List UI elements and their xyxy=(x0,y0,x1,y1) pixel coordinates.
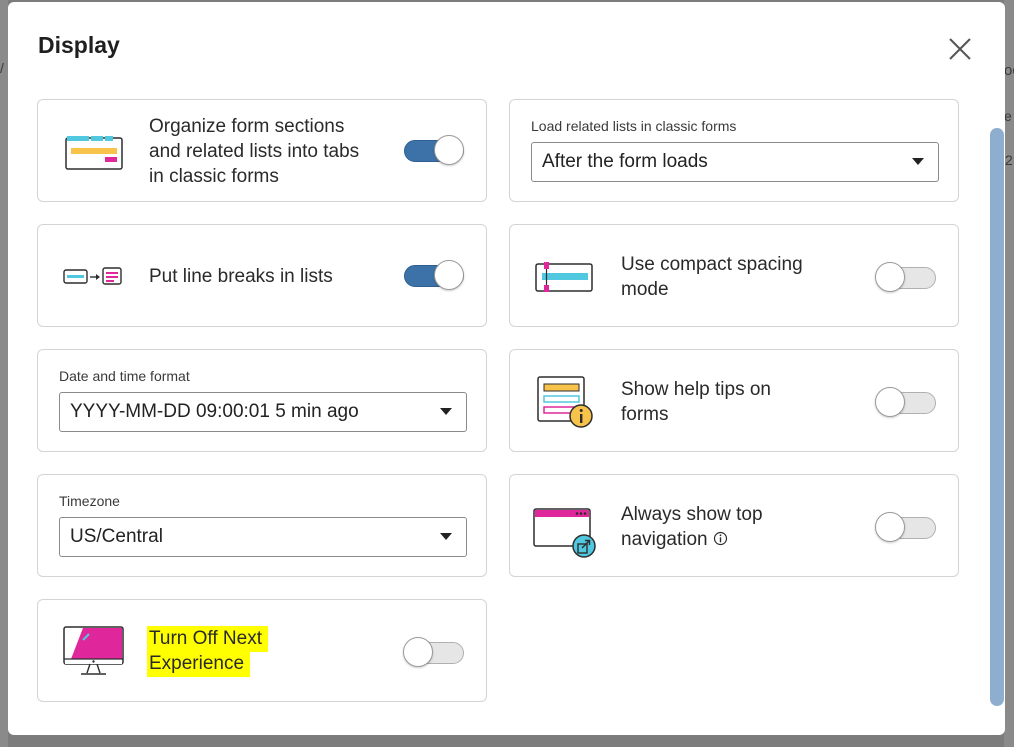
compact-spacing-label: Use compact spacing mode xyxy=(621,254,803,300)
toggle-knob xyxy=(403,637,433,667)
timezone-card: Timezone US/Central xyxy=(37,474,487,577)
scrollbar[interactable] xyxy=(990,128,1004,706)
compact-spacing-card: Use compact spacing mode xyxy=(509,224,959,327)
related-lists-card: Load related lists in classic forms Afte… xyxy=(509,99,959,202)
tabs-in-forms-card: Organize form sections and related lists… xyxy=(37,99,487,202)
dialog-title: Display xyxy=(38,32,120,58)
related-lists-label: Load related lists in classic forms xyxy=(531,118,737,134)
toggle-knob xyxy=(434,260,464,290)
chevron-down-icon xyxy=(912,158,924,165)
help-tips-card: Show help tips on forms xyxy=(509,349,959,452)
chevron-down-icon xyxy=(440,408,452,415)
toggle-knob xyxy=(875,262,905,292)
scrollbar-thumb[interactable] xyxy=(990,128,1004,706)
line-breaks-toggle[interactable] xyxy=(404,260,464,290)
background-left-edge xyxy=(0,0,8,747)
info-icon[interactable] xyxy=(713,531,728,546)
form-tabs-icon xyxy=(65,134,125,177)
top-navigation-card: Always show top navigation xyxy=(509,474,959,577)
top-navigation-toggle[interactable] xyxy=(875,512,936,542)
text-highlight: Experience xyxy=(147,651,251,677)
chevron-down-icon xyxy=(440,533,452,540)
top-navigation-icon xyxy=(533,508,597,563)
background-text-fragment: oc xyxy=(1004,62,1014,79)
related-lists-select[interactable]: After the form loads xyxy=(531,142,939,182)
background-text-fragment: e xyxy=(1004,108,1012,124)
toggle-knob xyxy=(875,512,905,542)
timezone-select[interactable]: US/Central xyxy=(59,517,467,557)
date-time-format-select[interactable]: YYYY-MM-DD 09:00:01 5 min ago xyxy=(59,392,467,432)
date-time-format-card: Date and time format YYYY-MM-DD 09:00:01… xyxy=(37,349,487,452)
help-tips-toggle[interactable] xyxy=(875,387,936,417)
background-text-fragment: 2 xyxy=(1005,152,1013,168)
next-experience-toggle[interactable] xyxy=(403,637,464,667)
compact-spacing-toggle[interactable] xyxy=(875,262,936,292)
next-experience-label: Turn Off Next Experience xyxy=(147,626,268,677)
close-button[interactable] xyxy=(943,32,977,66)
next-experience-card: Turn Off Next Experience xyxy=(37,599,487,702)
date-time-format-label: Date and time format xyxy=(59,368,190,384)
date-time-format-value: YYYY-MM-DD 09:00:01 5 min ago xyxy=(70,401,359,422)
text-highlight: Turn Off Next xyxy=(147,626,268,652)
help-tips-label: Show help tips on forms xyxy=(621,379,771,425)
tabs-in-forms-toggle[interactable] xyxy=(404,135,464,165)
top-navigation-label: Always show top navigation xyxy=(621,504,763,550)
help-tips-icon xyxy=(537,376,595,437)
background-text-fragment: / xyxy=(0,60,4,76)
tabs-in-forms-label: Organize form sections and related lists… xyxy=(149,116,360,187)
toggle-knob xyxy=(875,387,905,417)
line-breaks-label: Put line breaks in lists xyxy=(149,266,333,287)
timezone-label: Timezone xyxy=(59,493,120,509)
line-breaks-icon xyxy=(63,267,123,292)
related-lists-value: After the form loads xyxy=(542,151,708,172)
monitor-icon xyxy=(63,626,125,683)
close-icon xyxy=(949,38,971,60)
timezone-value: US/Central xyxy=(70,526,163,547)
display-dialog: Display Organize form sections and relat… xyxy=(8,2,1005,735)
toggle-knob xyxy=(434,135,464,165)
compact-spacing-icon xyxy=(535,261,595,298)
line-breaks-card: Put line breaks in lists xyxy=(37,224,487,327)
